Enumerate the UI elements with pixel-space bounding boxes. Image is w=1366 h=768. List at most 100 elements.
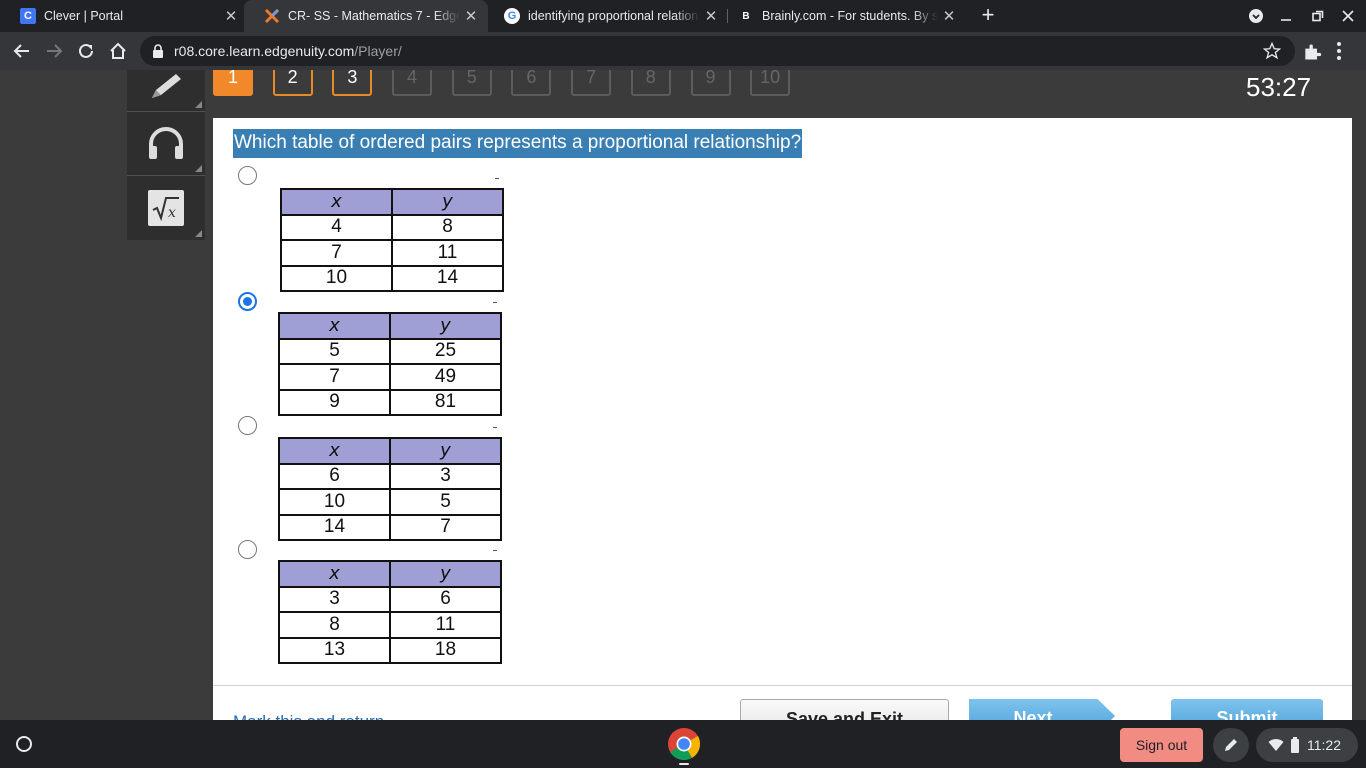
back-arrow-icon (13, 44, 29, 58)
tab-edgenuity[interactable]: CR- SS - Mathematics 7 - Edgenuity ✕ (244, 0, 488, 32)
tab-brainly[interactable]: B Brainly.com - For students. By student… (718, 0, 966, 32)
address-bar[interactable]: r08.core.learn.edgenuity.com/Player/ (140, 36, 1295, 66)
clever-favicon-icon: C (20, 8, 36, 24)
answer-radio-button[interactable] (238, 540, 257, 559)
bookmark-star-icon[interactable] (1263, 42, 1281, 60)
table-corner-mark (495, 178, 499, 179)
y-value-cell: 7 (389, 513, 502, 541)
reload-button[interactable] (72, 37, 100, 65)
question-number-2[interactable]: 2 (272, 70, 313, 96)
restore-icon (1312, 10, 1324, 22)
table-corner-mark (493, 427, 497, 428)
question-number-1[interactable]: 1 (213, 70, 253, 96)
launcher-circle-icon (16, 736, 32, 752)
question-number-5: 5 (451, 70, 492, 96)
column-header-y: y (389, 312, 502, 340)
close-tab-icon[interactable]: ✕ (220, 7, 242, 25)
table-row: 14 7 (278, 513, 502, 541)
y-value-cell: 8 (391, 213, 504, 241)
x-value-cell: 7 (278, 363, 391, 391)
table-row: 10 5 (278, 488, 502, 516)
table-row: 63 (278, 462, 502, 490)
running-app-indicator (679, 763, 689, 765)
expand-corner-icon (195, 165, 202, 172)
forward-button[interactable] (40, 37, 68, 65)
x-value-cell: 6 (278, 462, 391, 490)
pencil-tool-button[interactable] (127, 70, 205, 112)
close-window-button[interactable] (1333, 0, 1363, 32)
question-number-3[interactable]: 3 (332, 70, 373, 96)
table-corner-mark (493, 302, 497, 303)
column-header-y: y (391, 188, 504, 216)
x-value-cell: 3 (278, 585, 391, 613)
table-header-row: xy (278, 437, 502, 465)
pencil-icon (152, 73, 181, 98)
tab-search-button[interactable] (1241, 0, 1271, 32)
x-value-cell: 14 (278, 513, 391, 541)
table-row: 7 49 (278, 363, 502, 391)
chrome-app-icon[interactable] (667, 727, 701, 761)
browser-menu-icon[interactable] (1336, 41, 1342, 61)
lock-icon (153, 44, 163, 58)
calculator-tool-button[interactable]: x (127, 176, 205, 240)
table-row: 10 14 (280, 264, 504, 292)
ordered-pairs-table: x y 5 25 7 49 9 81 (278, 312, 502, 416)
x-value-cell: 10 (280, 264, 393, 292)
restore-button[interactable] (1303, 0, 1333, 32)
home-button[interactable] (104, 37, 132, 65)
ordered-pairs-table: x y 6 3 10 5 14 7 (278, 437, 502, 541)
column-header-x: x (278, 560, 391, 588)
expand-corner-icon (195, 230, 202, 237)
stylus-tools-button[interactable] (1213, 728, 1249, 762)
tab-title: Clever | Portal (44, 9, 123, 23)
wifi-icon (1268, 739, 1284, 751)
y-value-cell: 5 (389, 488, 502, 516)
tab-search-icon (1249, 9, 1263, 23)
status-tray[interactable]: 11:22 (1256, 728, 1358, 762)
tab-title: identifying proportional relationships (528, 9, 700, 23)
new-tab-button[interactable]: + (976, 4, 1000, 28)
table-corner-mark (493, 550, 497, 551)
answer-radio-button[interactable] (238, 166, 257, 185)
url-text: r08.core.learn.edgenuity.com/Player/ (174, 43, 402, 59)
mark-and-return-link[interactable]: Mark this and return (233, 712, 384, 720)
launcher-button[interactable] (8, 728, 40, 760)
home-icon (110, 42, 126, 59)
text-to-speech-button[interactable] (127, 112, 205, 176)
close-tab-icon[interactable]: ✕ (460, 7, 482, 25)
back-button[interactable] (8, 37, 36, 65)
sqrt-calculator-icon: x (148, 190, 184, 226)
headphones-icon (149, 126, 183, 159)
answer-radio-button[interactable] (238, 416, 257, 435)
edgenuity-favicon-icon (264, 8, 280, 24)
x-value-cell: 4 (280, 213, 393, 241)
x-value-cell: 7 (280, 239, 393, 267)
close-tab-icon[interactable]: ✕ (938, 7, 960, 25)
x-value-cell: 5 (278, 337, 391, 365)
ordered-pairs-table: x y 3 6 8 11 13 18 (278, 560, 502, 664)
minimize-button[interactable] (1271, 0, 1301, 32)
reload-icon (79, 43, 93, 58)
question-panel: Which table of ordered pairs represents … (213, 118, 1352, 720)
y-value-cell: 18 (389, 636, 502, 664)
column-header-y: y (389, 437, 502, 465)
y-value-cell: 14 (391, 264, 504, 292)
column-header-y: y (389, 560, 502, 588)
browser-toolbar: r08.core.learn.edgenuity.com/Player/ (0, 32, 1366, 70)
extensions-puzzle-icon[interactable] (1302, 42, 1322, 62)
question-number-4: 4 (392, 70, 433, 96)
table-row: 5 25 (278, 337, 502, 365)
y-value-cell: 81 (389, 388, 502, 416)
brainly-favicon-icon: B (742, 10, 750, 22)
x-value-cell: 9 (278, 388, 391, 416)
tab-google-search[interactable]: G identifying proportional relationships… (484, 0, 728, 32)
submit-button[interactable]: Submit (1171, 699, 1323, 720)
os-shelf: Sign out 11:22 (0, 720, 1366, 768)
sign-out-button[interactable]: Sign out (1120, 728, 1203, 762)
table-row: 7 11 (280, 239, 504, 267)
tab-clever[interactable]: C Clever | Portal ✕ (0, 0, 248, 32)
column-header-x: x (278, 312, 391, 340)
next-button[interactable]: Next (969, 699, 1115, 720)
save-and-exit-button[interactable]: Save and Exit (740, 699, 949, 720)
answer-radio-button[interactable] (238, 292, 257, 311)
